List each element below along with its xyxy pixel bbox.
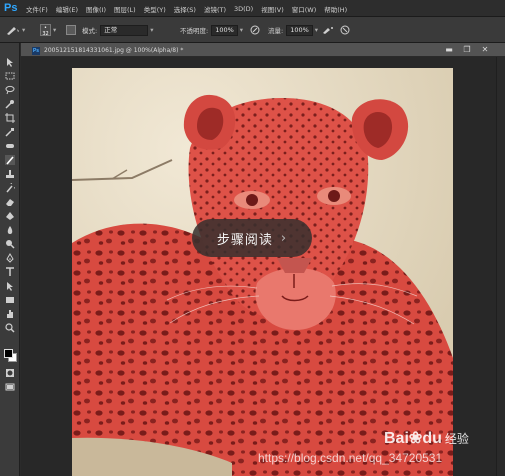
menu-list: 文件(F) 编辑(E) 图像(I) 图层(L) 类型(Y) 选择(S) 滤镜(T… <box>26 0 355 17</box>
minimize-button[interactable]: ▬ <box>443 45 455 55</box>
menu-edit[interactable]: 编辑(E) <box>56 4 78 14</box>
vertical-scrollbar[interactable] <box>496 57 505 476</box>
close-button[interactable]: ✕ <box>479 45 491 55</box>
chevron-down-icon: ▾ <box>314 26 319 34</box>
airbrush-icon <box>323 27 333 34</box>
baidu-jingyan-watermark: Bai❀du 经验 <box>384 428 469 448</box>
marquee-icon[interactable] <box>5 71 15 81</box>
quick-mask-icon[interactable] <box>5 368 15 378</box>
pen-pressure-icon <box>250 25 260 35</box>
flow-input[interactable]: 100% <box>286 24 313 36</box>
baidu-du-text: du <box>422 430 442 447</box>
brush-preset-icon <box>7 27 19 35</box>
flow-group: 流量: 100% ▾ <box>268 24 318 36</box>
document-tab-bar: Ps 200512151814331061.jpg @ 100%(Alpha/8… <box>21 43 505 57</box>
step-reading-button[interactable]: 步骤阅读 › <box>192 219 312 257</box>
menu-layer[interactable]: 图层(L) <box>114 4 136 14</box>
menu-type[interactable]: 类型(Y) <box>144 4 166 14</box>
blur-icon[interactable] <box>5 225 15 235</box>
chevron-right-icon: › <box>280 230 288 246</box>
opacity-input[interactable]: 100% <box>211 24 238 36</box>
crop-icon[interactable] <box>5 113 15 123</box>
path-select-icon[interactable] <box>5 281 15 291</box>
baidu-paw-icon: ❀ <box>408 430 423 447</box>
opacity-group: 不透明度: 100% ▾ <box>180 24 243 36</box>
menu-image[interactable]: 图像(I) <box>86 4 106 14</box>
airbrush-toggle[interactable] <box>322 24 334 36</box>
chevron-down-icon: ▾ <box>150 26 154 34</box>
quick-select-icon[interactable] <box>5 99 15 109</box>
brush-panel-icon <box>66 25 76 35</box>
ps-file-icon: Ps <box>32 46 40 55</box>
menu-filter[interactable]: 滤镜(T) <box>204 4 226 14</box>
pressure-size-toggle[interactable] <box>340 24 350 36</box>
menu-help[interactable]: 帮助(H) <box>324 4 347 14</box>
chevron-down-icon: ▾ <box>22 26 26 34</box>
app-logo: Ps <box>4 2 18 14</box>
document-canvas[interactable] <box>72 68 453 476</box>
mode-label: 模式: <box>82 27 98 35</box>
baidu-text: Bai <box>384 430 409 447</box>
jingyan-text: 经验 <box>444 432 469 446</box>
hand-icon[interactable] <box>5 309 15 319</box>
photoshop-window: Ps 文件(F) 编辑(E) 图像(I) 图层(L) 类型(Y) 选择(S) 滤… <box>0 0 505 476</box>
flow-label: 流量: <box>268 27 284 35</box>
restore-button[interactable]: ❐ <box>461 45 473 55</box>
mode-select[interactable]: 正常 <box>100 24 149 36</box>
step-reading-label: 步骤阅读 <box>216 232 273 248</box>
tool-preset-picker[interactable]: ▾ <box>6 24 25 36</box>
foreground-color-swatch[interactable] <box>4 349 13 358</box>
dodge-icon[interactable] <box>5 239 15 249</box>
gradient-icon[interactable] <box>5 211 15 221</box>
lasso-icon[interactable] <box>5 85 15 95</box>
eyedropper-icon[interactable] <box>5 127 15 137</box>
type-icon[interactable] <box>5 267 15 277</box>
pen-icon[interactable] <box>5 253 15 263</box>
menu-view[interactable]: 视图(V) <box>261 4 284 14</box>
mode-group: 模式: 正常 ▾ <box>82 24 153 36</box>
eraser-icon[interactable] <box>5 197 15 207</box>
document-tab[interactable]: Ps 200512151814331061.jpg @ 100%(Alpha/8… <box>32 45 183 56</box>
menu-window[interactable]: 窗口(W) <box>292 4 317 14</box>
clone-stamp-icon[interactable] <box>5 169 15 179</box>
document-title: 200512151814331061.jpg @ 100%(Alpha/8) * <box>44 47 184 54</box>
options-bar: ▾ • 32 ▾ 模式: 正常 ▾ 不透明度: 100% ▾ 流量: 100% ▾ <box>0 17 505 43</box>
tools-panel <box>0 43 20 476</box>
chevron-down-icon: ▾ <box>53 26 57 34</box>
leopard-image <box>72 68 453 476</box>
zoom-icon[interactable] <box>5 323 15 333</box>
brush-panel-toggle[interactable] <box>66 24 76 36</box>
brush-size-preview: • 32 <box>40 24 51 37</box>
brush-size-picker[interactable]: • 32 ▾ <box>40 24 57 37</box>
menu-bar: Ps 文件(F) 编辑(E) 图像(I) 图层(L) 类型(Y) 选择(S) 滤… <box>0 0 505 17</box>
opacity-label: 不透明度: <box>180 27 209 35</box>
brush-icon[interactable] <box>5 155 15 165</box>
menu-3d[interactable]: 3D(D) <box>234 5 253 13</box>
chevron-down-icon: ▾ <box>239 26 244 34</box>
history-brush-icon[interactable] <box>5 183 15 193</box>
menu-select[interactable]: 选择(S) <box>174 4 196 14</box>
pressure-opacity-toggle[interactable] <box>250 24 260 36</box>
screen-mode-icon[interactable] <box>5 382 15 392</box>
shape-icon[interactable] <box>5 295 15 305</box>
move-icon[interactable] <box>5 57 15 67</box>
healing-icon[interactable] <box>5 141 15 151</box>
blog-url-watermark: https://blog.csdn.net/qq_34720531 <box>258 451 443 465</box>
menu-file[interactable]: 文件(F) <box>26 4 48 14</box>
pen-pressure-size-icon <box>340 25 350 35</box>
